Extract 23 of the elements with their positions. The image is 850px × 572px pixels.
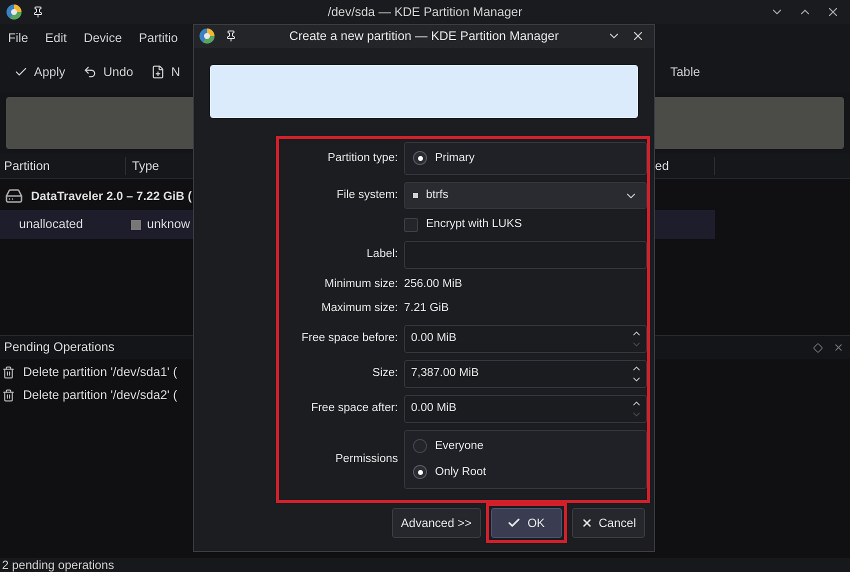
panel-title: Pending Operations xyxy=(4,339,114,356)
checkbox-label: Encrypt with LUKS xyxy=(426,217,522,232)
table-cell-text: DataTraveler 2.0 – 7.22 GiB ( xyxy=(31,188,192,204)
field-label: Minimum size: xyxy=(324,277,398,292)
field-label: Label: xyxy=(366,247,398,262)
table-cell-text: unallocated xyxy=(19,216,84,234)
field-label: Maximum size: xyxy=(320,301,398,316)
field-label: Free space before: xyxy=(300,330,398,346)
table-cell-text: unknow xyxy=(147,216,190,234)
field-label: Size: xyxy=(371,366,398,381)
status-text: 2 pending operations xyxy=(2,558,114,572)
field-label: Free space after: xyxy=(310,400,398,416)
field-label: File system: xyxy=(336,188,398,203)
dialog-title: Create a new partition — KDE Partition Manager xyxy=(288,28,560,45)
field-label: Partition type: xyxy=(326,150,398,166)
radio-label: Everyone xyxy=(435,438,484,454)
window-title: /dev/sda — KDE Partition Manager xyxy=(326,4,524,21)
dropdown-value: btrfs xyxy=(426,188,450,203)
field-label: Permissions xyxy=(334,452,398,467)
radio-label: Only Root xyxy=(435,464,486,480)
radio-label: Primary xyxy=(435,150,475,166)
size-value: 256.00 MiB xyxy=(404,277,464,292)
size-value: 7.21 GiB xyxy=(404,301,450,316)
